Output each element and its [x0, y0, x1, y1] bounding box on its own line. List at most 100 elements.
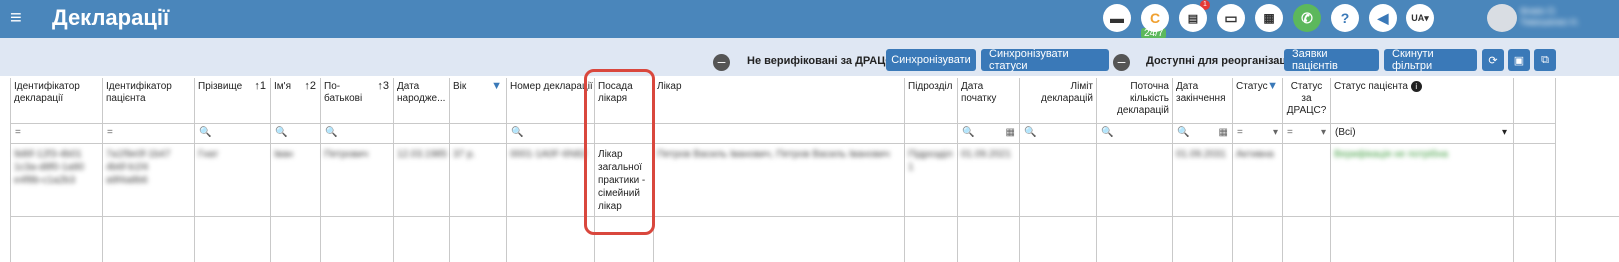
header-name-label: Ім'я: [274, 81, 291, 92]
header-status[interactable]: Статус ▼: [1233, 78, 1282, 122]
cell-doctor: Петров Василь Іванович, Петров Василь Ів…: [657, 149, 890, 160]
cell-patronymic: Петрович: [324, 149, 369, 160]
filter-doctor[interactable]: [654, 123, 904, 144]
save-icon[interactable]: ▣: [1508, 49, 1530, 71]
row-separator: [10, 216, 1619, 217]
filter-current-count[interactable]: 🔍: [1097, 123, 1172, 144]
col-current-count: Поточна кількість декларацій 🔍: [1097, 78, 1173, 262]
filter-surname[interactable]: 🔍: [195, 123, 270, 144]
header-patient-status-label: Статус пацієнта: [1334, 81, 1408, 92]
header-start-date[interactable]: Дата початку: [958, 78, 1019, 122]
chat-icon[interactable]: ▬: [1103, 4, 1131, 32]
filter-patronymic[interactable]: 🔍: [321, 123, 393, 144]
toggle-unverified[interactable]: –: [713, 54, 730, 71]
header-end-date[interactable]: Дата закінчення: [1173, 78, 1232, 122]
info-icon[interactable]: i: [1410, 81, 1422, 92]
header-patient-id[interactable]: Ідентифікатор пацієнта: [103, 78, 194, 122]
filter-limit[interactable]: 🔍: [1020, 123, 1096, 144]
toggle-reorganization[interactable]: –: [1113, 54, 1130, 71]
header-declaration-number[interactable]: Номер декларації: [507, 78, 594, 122]
highlight-annotation: [584, 69, 655, 235]
header-patronymic-label: По-батькові: [324, 81, 363, 104]
col-surname: Прізвище ↑1 🔍 Гнат: [195, 78, 271, 262]
filter-end-date-search: 🔍: [1177, 127, 1190, 138]
filter-dracs-status[interactable]: = ▾: [1283, 123, 1330, 144]
header-declaration-id[interactable]: Ідентифікатор декларації: [11, 78, 102, 122]
filter-start-date[interactable]: 🔍 ▦: [958, 123, 1019, 144]
col-limit: Ліміт декларацій 🔍: [1020, 78, 1097, 262]
header-age-label: Вік: [453, 81, 467, 92]
pdf-icon[interactable]: ▤: [1179, 4, 1207, 32]
calendar-icon[interactable]: ▦: [1219, 127, 1228, 138]
header-patronymic[interactable]: По-батькові ↑3: [321, 78, 393, 122]
filter-status[interactable]: = ▾: [1233, 123, 1282, 144]
user-name-line1: Фомін О.: [1520, 6, 1558, 16]
col-doctor: Лікар Петров Василь Іванович, Петров Вас…: [654, 78, 905, 262]
filter-name[interactable]: 🔍: [271, 123, 320, 144]
filter-department[interactable]: [905, 123, 957, 144]
col-dracs-status: Статус за ДРАЦС? = ▾: [1283, 78, 1331, 262]
filter-declaration-id[interactable]: =: [11, 123, 102, 144]
filter-icon[interactable]: ▼: [491, 80, 502, 92]
header-dracs-status[interactable]: Статус за ДРАЦС?: [1283, 78, 1330, 122]
cell-department: Підрозділ 1: [908, 149, 953, 173]
sort-asc-icon[interactable]: ↑3: [377, 80, 389, 92]
reset-filters-button[interactable]: Скинути фільтри: [1384, 48, 1477, 72]
header-department[interactable]: Підрозділ: [905, 78, 957, 122]
filter-patient-status[interactable]: (Всі) ▾: [1331, 123, 1513, 144]
phone-icon[interactable]: ✆: [1293, 4, 1321, 32]
page-title: Декларації: [52, 5, 170, 30]
sort-asc-icon[interactable]: ↑1: [254, 80, 266, 92]
filter-status-op: =: [1237, 127, 1243, 138]
filter-patient-id[interactable]: =: [103, 123, 194, 144]
sort-asc-icon[interactable]: ↑2: [304, 80, 316, 92]
header-name[interactable]: Ім'я ↑2: [271, 78, 320, 122]
chevron-down-icon[interactable]: ▾: [1321, 127, 1326, 138]
chevron-down-icon[interactable]: ▾: [1502, 127, 1507, 138]
filter-declaration-number[interactable]: 🔍: [507, 123, 594, 144]
calendar-icon[interactable]: ▦: [1006, 127, 1015, 138]
patient-requests-button[interactable]: Заявки пацієнтів: [1284, 48, 1379, 72]
language-label: UA: [1411, 13, 1425, 23]
header-surname[interactable]: Прізвище ↑1: [195, 78, 270, 122]
filter-end-date[interactable]: 🔍 ▦: [1173, 123, 1232, 144]
col-declaration-number: Номер декларації 🔍 0001-1A0F-6N82: [507, 78, 595, 262]
header-limit[interactable]: Ліміт декларацій: [1020, 78, 1096, 122]
toggle-reorganization-label: Доступні для реорганізації: [1146, 55, 1293, 67]
helsi-logo-icon[interactable]: C: [1141, 4, 1169, 32]
user-info[interactable]: Фомін О. Тимошенко Н.: [1520, 6, 1615, 30]
filter-age[interactable]: [450, 123, 506, 144]
header-doctor[interactable]: Лікар: [654, 78, 904, 122]
col-birthdate: Дата народже... 12.03.1985: [394, 78, 450, 262]
col-department: Підрозділ Підрозділ 1: [905, 78, 958, 262]
calculator-icon[interactable]: ▦: [1255, 4, 1283, 32]
menu-icon[interactable]: ≡: [10, 8, 30, 28]
sync-status-button[interactable]: Синхронізувати статуси: [981, 48, 1109, 72]
cell-start-date: 01.09.2021: [961, 149, 1012, 160]
col-actions: [1514, 78, 1556, 262]
header-birthdate[interactable]: Дата народже...: [394, 78, 449, 122]
col-age: Вік ▼ 37 р.: [450, 78, 507, 262]
refresh-icon[interactable]: ⟳: [1482, 49, 1504, 71]
header-status-label: Статус: [1236, 81, 1268, 92]
help-icon[interactable]: ?: [1331, 4, 1359, 32]
avatar[interactable]: [1487, 4, 1517, 32]
filter-birthdate[interactable]: [394, 123, 449, 144]
chevron-down-icon[interactable]: ▾: [1273, 127, 1278, 138]
col-patient-id: Ідентифікатор пацієнта = 7a1f9e0f-1b47 4…: [103, 78, 195, 262]
filter-start-date-search: 🔍: [962, 127, 975, 138]
sync-button[interactable]: Синхронізувати: [886, 49, 976, 71]
language-selector[interactable]: UA ▾: [1406, 4, 1434, 32]
announcement-icon[interactable]: ◀: [1369, 4, 1397, 32]
cell-surname: Гнат: [198, 149, 219, 160]
header-age[interactable]: Вік ▼: [450, 78, 506, 122]
export-icon[interactable]: ⧉: [1534, 49, 1556, 71]
header-current-count[interactable]: Поточна кількість декларацій: [1097, 78, 1172, 122]
filter-icon[interactable]: ▼: [1267, 80, 1278, 92]
user-name-line2: Тимошенко Н.: [1520, 17, 1580, 27]
col-status: Статус ▼ = ▾ Активна: [1233, 78, 1283, 262]
cell-status: Активна: [1236, 149, 1274, 160]
card-icon[interactable]: ▭: [1217, 4, 1245, 32]
cell-patient-status: Верифікація не потрібна: [1334, 149, 1448, 160]
header-patient-status[interactable]: Статус пацієнта i: [1331, 78, 1513, 122]
